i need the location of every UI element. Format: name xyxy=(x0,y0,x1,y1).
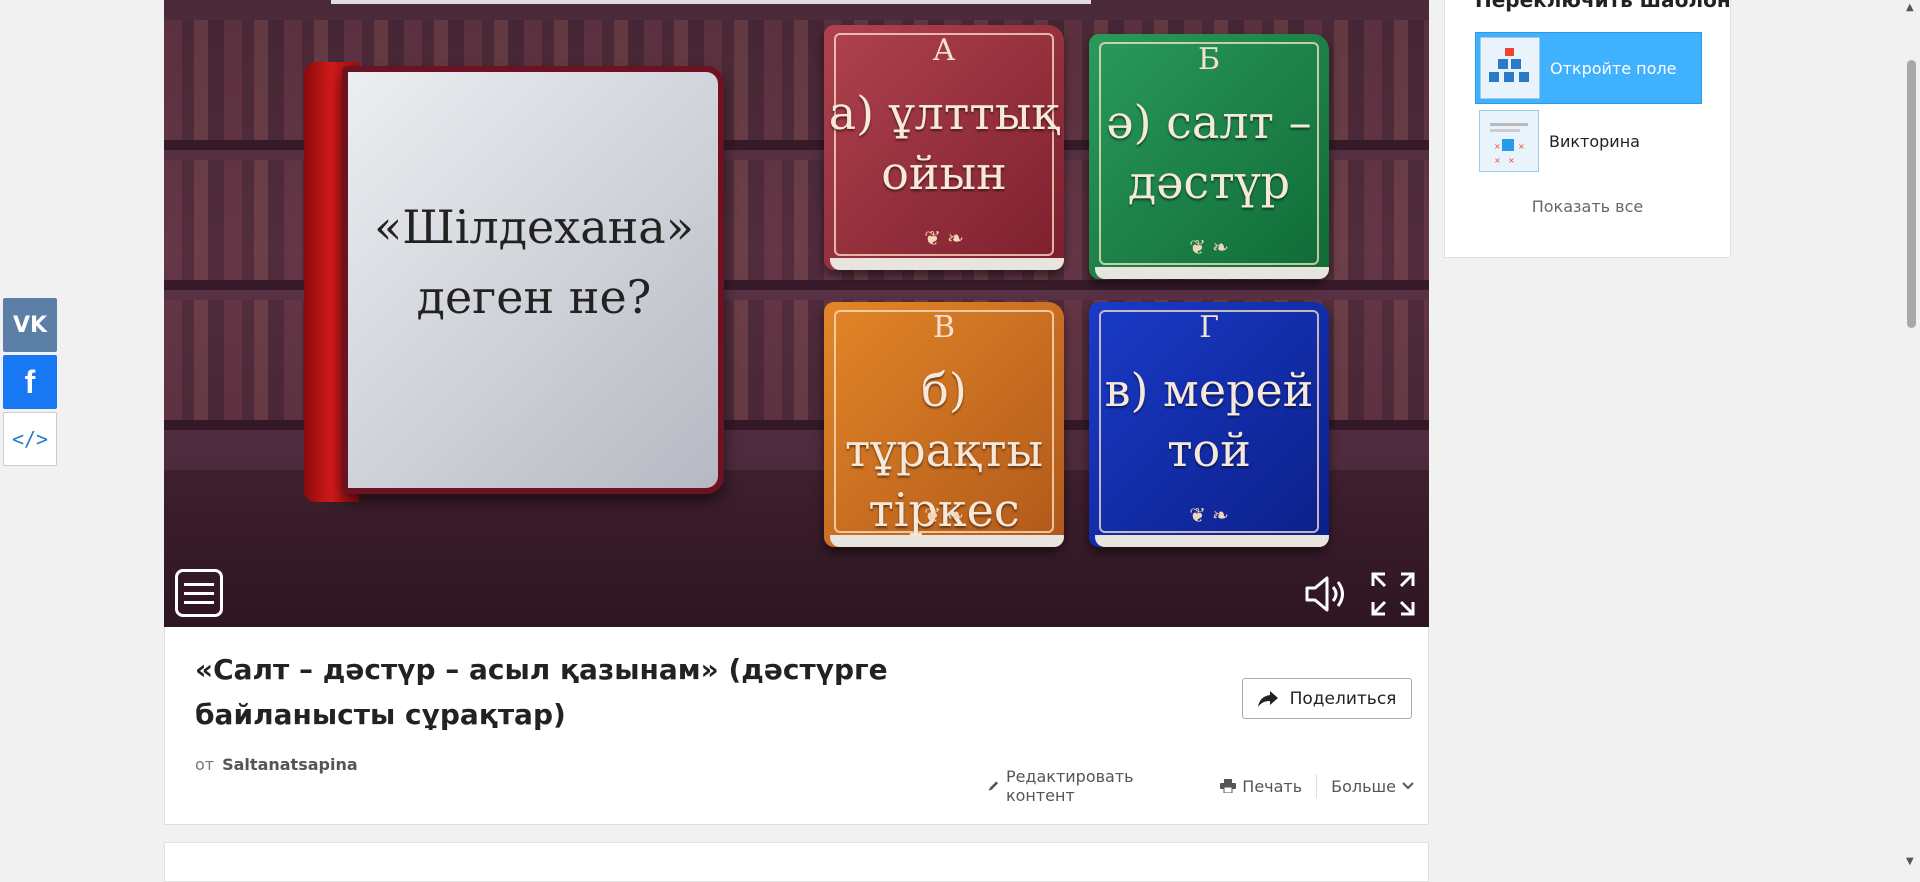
svg-text:×: × xyxy=(1494,156,1501,165)
scroll-down-icon[interactable]: ▼ xyxy=(1906,856,1914,867)
more-label: Больше xyxy=(1331,776,1396,796)
activity-info-panel: «Салт – дәстүр – асыл қазынам» (дәстүрге… xyxy=(164,627,1429,825)
answer-letter: В xyxy=(932,310,956,345)
menu-icon[interactable] xyxy=(175,569,223,617)
answer-text: ә) салт – дәстүр xyxy=(1106,95,1312,209)
answer-book-a[interactable]: А а) ұлттық ойын ❦ ❧ xyxy=(824,25,1064,270)
pencil-icon xyxy=(988,781,999,791)
answer-text: а) ұлттық ойын xyxy=(828,86,1060,200)
share-arrow-icon xyxy=(1257,690,1278,707)
next-panel xyxy=(164,842,1429,882)
template-label: Викторина xyxy=(1549,131,1640,151)
edit-content-button[interactable]: Редактировать контент xyxy=(973,767,1206,805)
facebook-share-button[interactable]: f xyxy=(3,355,57,409)
answer-book-d[interactable]: Г в) мерей той ❦ ❧ xyxy=(1089,302,1329,547)
chevron-down-icon xyxy=(1402,782,1414,790)
template-label: Откройте поле xyxy=(1550,58,1677,78)
progress-bar xyxy=(331,0,1091,4)
ornament-icon: ❦ ❧ xyxy=(1189,235,1229,259)
show-all-link[interactable]: Показать все xyxy=(1445,197,1730,216)
more-dropdown[interactable]: Больше xyxy=(1317,777,1428,796)
answer-book-c[interactable]: В б) тұрақты тіркес ❦ ❧ xyxy=(824,302,1064,547)
byline: от Saltanatsapina xyxy=(195,755,358,774)
print-button[interactable]: Печать xyxy=(1206,777,1316,796)
edit-label: Редактировать контент xyxy=(1005,767,1134,805)
question-text: «Шілдехана» деген не? xyxy=(374,200,694,324)
ornament-icon: ❦ ❧ xyxy=(924,503,964,527)
activity-title: «Салт – дәстүр – асыл қазынам» (дәстүрге… xyxy=(195,653,888,731)
ornament-icon: ❦ ❧ xyxy=(924,226,964,250)
share-label: Поделиться xyxy=(1289,688,1397,709)
fullscreen-icon[interactable] xyxy=(1369,570,1417,618)
author-link[interactable]: Saltanatsapina xyxy=(222,755,358,774)
answer-book-b[interactable]: Б ә) салт – дәстүр ❦ ❧ xyxy=(1089,34,1329,279)
answer-letter: Г xyxy=(1199,310,1219,345)
printer-icon xyxy=(1220,779,1237,793)
switch-template-panel: Переключить шаблон Откройте поле × × × × Ви… xyxy=(1444,0,1731,258)
switch-template-heading: Переключить шаблон xyxy=(1475,0,1731,12)
scroll-up-icon[interactable]: ▲ xyxy=(1906,2,1914,13)
volume-icon[interactable] xyxy=(1301,570,1349,618)
question-book: «Шілдехана» деген не? xyxy=(304,62,724,502)
scrollbar-thumb[interactable] xyxy=(1907,60,1916,328)
svg-text:×: × xyxy=(1494,142,1501,151)
answer-text: в) мерей той xyxy=(1104,363,1314,477)
print-label: Печать xyxy=(1242,776,1303,796)
page-scrollbar[interactable]: ▲ ▼ xyxy=(1903,0,1920,869)
vk-share-button[interactable]: VK xyxy=(3,298,57,352)
svg-text:×: × xyxy=(1518,142,1525,151)
template-open-the-box[interactable]: Откройте поле xyxy=(1475,32,1702,104)
open-the-box-thumbnail xyxy=(1480,37,1540,99)
activity-actions: Редактировать контент Печать Больше xyxy=(973,767,1428,805)
svg-text:×: × xyxy=(1508,156,1515,165)
by-prefix: от xyxy=(195,755,215,774)
share-button[interactable]: Поделиться xyxy=(1242,678,1412,719)
ornament-icon: ❦ ❧ xyxy=(1189,503,1229,527)
template-quiz[interactable]: × × × × Викторина xyxy=(1475,105,1702,177)
answer-letter: Б xyxy=(1197,42,1221,77)
quiz-thumbnail: × × × × xyxy=(1479,110,1539,172)
answer-letter: А xyxy=(932,33,956,68)
game-canvas: «Шілдехана» деген не? А а) ұлттық ойын ❦… xyxy=(164,0,1429,627)
embed-button[interactable]: </> xyxy=(3,412,57,466)
